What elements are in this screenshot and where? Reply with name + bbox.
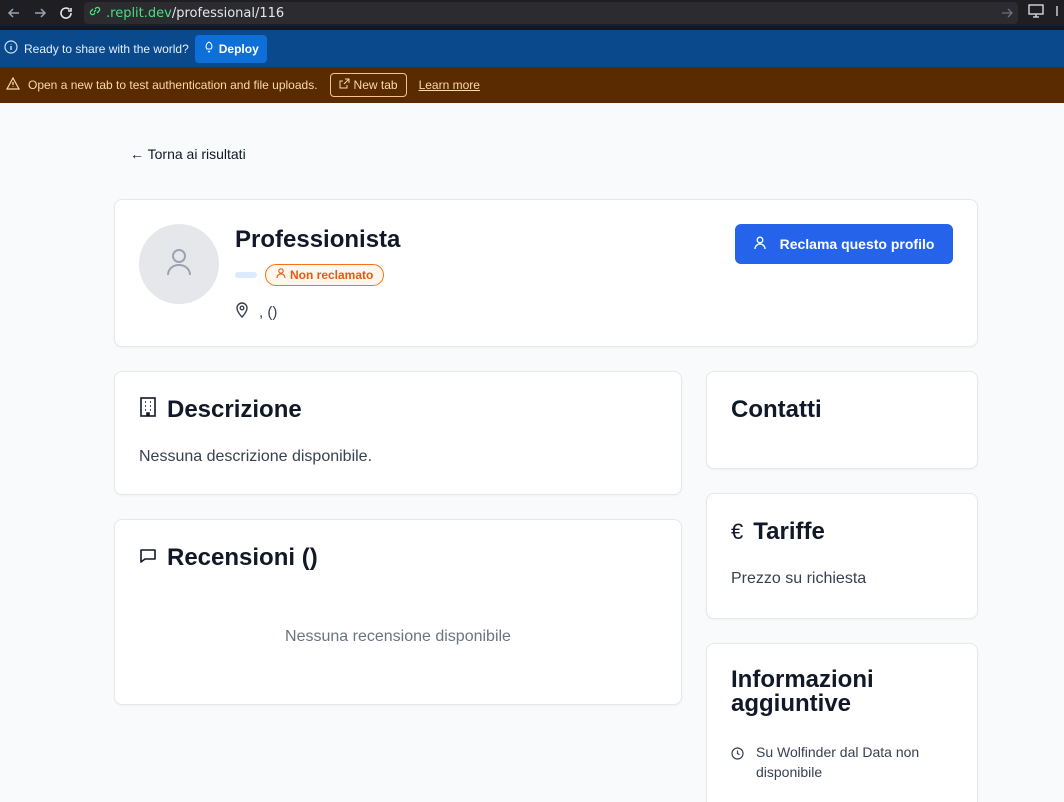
deploy-button-label: Deploy — [218, 41, 259, 56]
profile-card: Professionista Non reclamato , () Reclam… — [114, 199, 978, 347]
claim-profile-label: Reclama questo profilo — [779, 236, 935, 252]
user-icon — [753, 236, 766, 253]
reviews-card: Recensioni () Nessuna recensione disponi… — [114, 519, 682, 705]
additional-info-card: Informazioni aggiuntive Su Wolfinder dal… — [706, 643, 978, 802]
warning-icon — [5, 76, 21, 93]
new-tab-label: New tab — [353, 78, 398, 92]
description-text: Nessuna descrizione disponibile. — [139, 448, 373, 465]
claim-profile-button[interactable]: Reclama questo profilo — [735, 224, 953, 264]
info-icon — [4, 40, 18, 57]
rocket-icon — [203, 41, 215, 56]
back-arrow-icon[interactable] — [6, 5, 22, 21]
url-path: /professional/116 — [171, 5, 285, 21]
forward-arrow-icon[interactable] — [32, 5, 48, 21]
description-card: Descrizione Nessuna descrizione disponib… — [114, 371, 682, 495]
reviews-empty-text: Nessuna recensione disponibile — [285, 628, 511, 645]
back-to-results-link[interactable]: ← Torna ai risultati — [130, 146, 246, 162]
rates-card: € Tariffe Prezzo su richiesta — [706, 493, 978, 619]
user-small-icon — [276, 268, 286, 282]
status-badge: Non reclamato — [265, 264, 385, 286]
rates-title: Tariffe — [753, 518, 825, 545]
learn-more-link[interactable]: Learn more — [419, 78, 480, 92]
status-badge-label: Non reclamato — [290, 268, 374, 282]
rates-text: Prezzo su richiesta — [731, 570, 867, 587]
deploy-button[interactable]: Deploy — [194, 34, 267, 63]
description-heading: Descrizione — [139, 396, 302, 424]
euro-icon: € — [731, 519, 744, 544]
external-link-icon — [339, 78, 350, 92]
deploy-banner: Ready to share with the world? Deploy — [0, 26, 1064, 67]
message-square-icon — [139, 544, 157, 572]
user-icon — [165, 247, 193, 282]
warning-message: Open a new tab to test authentication an… — [28, 78, 318, 92]
extension-icon[interactable] — [1052, 4, 1058, 23]
deploy-message: Ready to share with the world? — [24, 41, 189, 56]
back-link-label: ← Torna ai risultati — [130, 146, 246, 162]
address-bar[interactable]: .replit.dev/professional/116 — [84, 2, 1018, 24]
link-icon — [88, 4, 102, 22]
building-icon — [139, 396, 157, 424]
browser-toolbar: .replit.dev/professional/116 — [0, 0, 1064, 26]
reviews-title: Recensioni () — [167, 544, 318, 571]
category-pill — [235, 272, 257, 278]
location-text: , () — [259, 303, 278, 321]
url-host: .replit.dev — [106, 5, 172, 21]
location-row: , () — [235, 302, 277, 322]
contacts-card: Contatti — [706, 371, 978, 469]
reviews-heading: Recensioni () — [139, 544, 318, 572]
profile-name: Professionista — [235, 226, 401, 253]
go-arrow-icon[interactable] — [1000, 6, 1014, 20]
contacts-title: Contatti — [731, 396, 822, 423]
member-since-row: Su Wolfinder dal Data non disponibile — [731, 742, 961, 782]
warning-banner: Open a new tab to test authentication an… — [0, 67, 1064, 103]
new-tab-button[interactable]: New tab — [329, 73, 407, 97]
reload-icon[interactable] — [58, 5, 74, 21]
clock-icon — [731, 742, 744, 782]
additional-info-title: Informazioni aggiuntive — [731, 666, 874, 717]
rates-heading: € Tariffe — [731, 518, 825, 546]
map-pin-icon — [235, 302, 249, 322]
description-title: Descrizione — [167, 396, 302, 423]
avatar — [139, 224, 219, 304]
monitor-icon[interactable] — [1028, 3, 1044, 23]
member-since-text: Su Wolfinder dal Data non disponibile — [756, 744, 920, 780]
